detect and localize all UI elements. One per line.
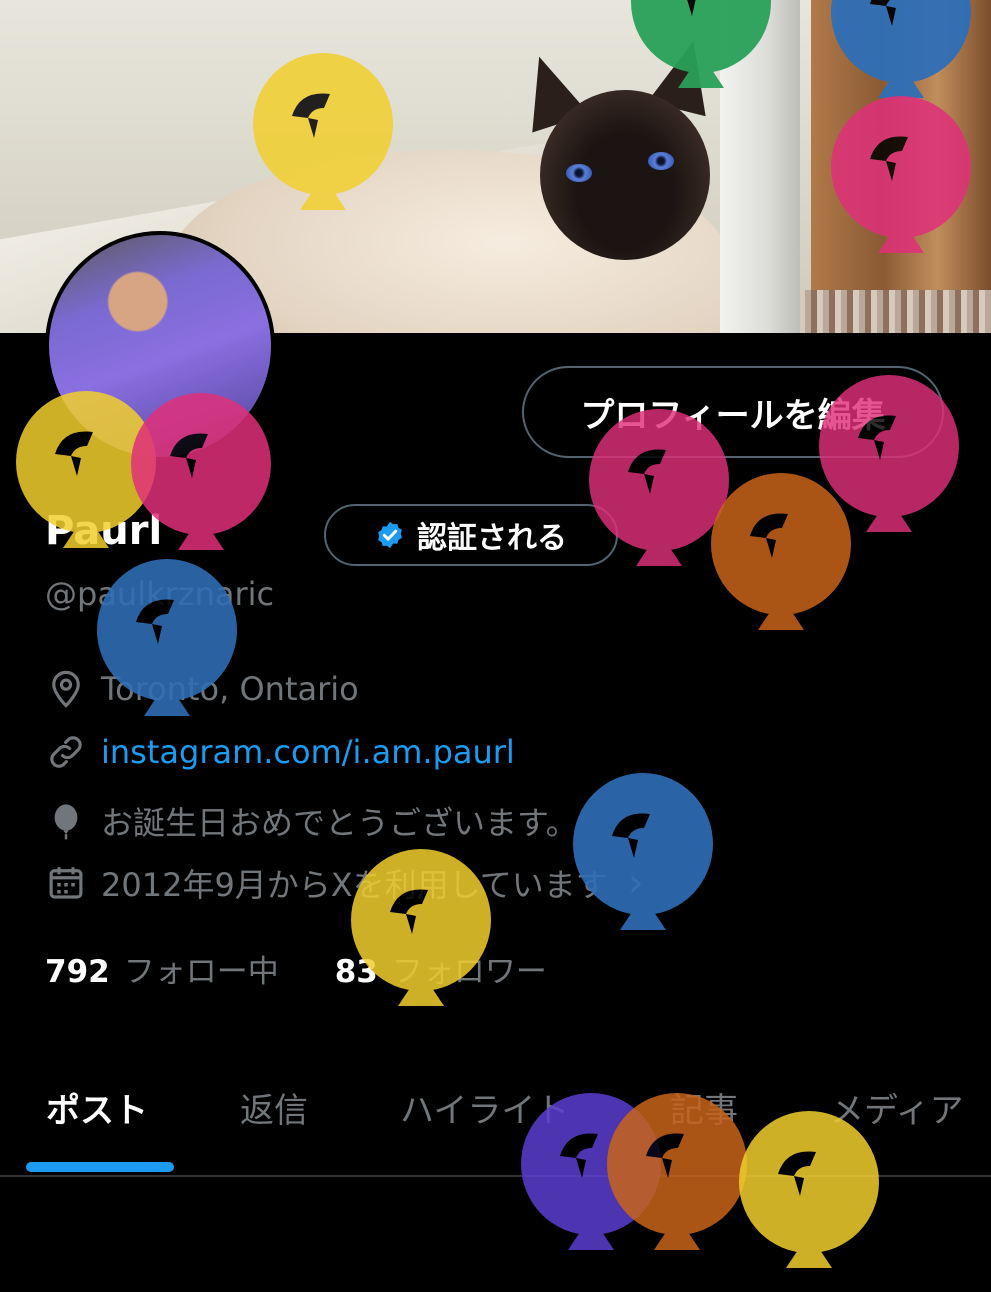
birthday-text: お誕生日おめでとうございます。 xyxy=(101,804,578,842)
display-name: Paurl xyxy=(45,508,163,554)
active-tab-indicator xyxy=(26,1162,174,1172)
banner-cat-eye xyxy=(648,152,674,170)
following-stat[interactable]: 792 フォロー中 xyxy=(45,946,279,991)
followers-stat[interactable]: 83 フォロワー xyxy=(335,946,547,991)
following-label: フォロー中 xyxy=(123,954,279,990)
birthday-row: お誕生日おめでとうございます。 xyxy=(45,798,578,844)
banner-chair-leg xyxy=(720,0,800,333)
verified-badge-icon xyxy=(378,521,402,549)
follow-stats: 792 フォロー中 83 フォロワー xyxy=(45,946,547,991)
tab-replies[interactable]: 返信 xyxy=(240,1083,308,1132)
location-pin-icon xyxy=(52,670,80,708)
banner-cat-eye xyxy=(566,164,592,182)
following-count: 792 xyxy=(45,954,110,990)
chevron-right-icon: › xyxy=(627,860,644,906)
tab-highlights[interactable]: ハイライト xyxy=(400,1083,569,1132)
calendar-icon xyxy=(49,867,83,899)
followers-label: フォロワー xyxy=(391,954,547,990)
banner-floor xyxy=(811,0,991,333)
location-row: Toronto, Ontario xyxy=(45,668,359,710)
tab-media[interactable]: メディア xyxy=(830,1083,964,1132)
location-text: Toronto, Ontario xyxy=(101,670,359,708)
user-handle: @paulkrznaric xyxy=(45,575,275,613)
balloon-icon xyxy=(710,472,852,650)
avatar[interactable] xyxy=(45,231,275,461)
balloon-icon xyxy=(54,804,78,840)
website-row: instagram.com/i.am.paurl xyxy=(45,731,515,773)
tab-articles[interactable]: 記事 xyxy=(670,1083,738,1132)
followers-count: 83 xyxy=(334,954,378,990)
get-verified-button[interactable]: 認証される xyxy=(324,504,618,566)
profile-tabs: ポスト 返信 ハイライト 記事 メディア xyxy=(0,1075,991,1175)
link-icon xyxy=(50,736,82,768)
edit-profile-button[interactable]: プロフィールを編集 xyxy=(522,366,944,458)
get-verified-label: 認証される xyxy=(417,521,567,556)
joined-row[interactable]: 2012年9月からXを利用しています › xyxy=(45,860,644,906)
tab-posts[interactable]: ポスト xyxy=(46,1083,148,1132)
website-link[interactable]: instagram.com/i.am.paurl xyxy=(101,733,515,771)
tabs-divider xyxy=(0,1175,991,1177)
joined-text: 2012年9月からXを利用しています xyxy=(101,866,608,904)
